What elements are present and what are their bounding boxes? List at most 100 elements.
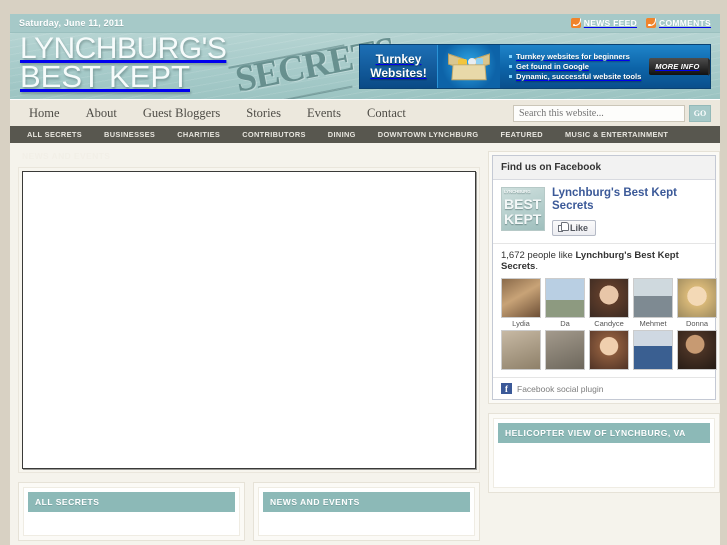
widget-header: ALL SECRETS <box>28 492 235 512</box>
site-logo[interactable]: LYNCHBURG'S BEST KEPT <box>20 34 227 94</box>
face-photo <box>545 278 585 319</box>
nav-item-home[interactable]: Home <box>16 106 73 121</box>
face-name: Donna <box>685 319 709 329</box>
news-feed-link[interactable]: NEWS FEED <box>570 18 638 28</box>
subnav-item-businesses[interactable]: BUSINESSES <box>93 130 166 139</box>
subnav-item-contributors[interactable]: CONTRIBUTORS <box>231 130 317 139</box>
ad-cta-label: MORE INFO <box>649 58 710 76</box>
facebook-widget: Find us on Facebook LYNCHBURG BEST KEPT … <box>488 151 720 405</box>
facebook-page-name[interactable]: Lynchburg's Best Kept Secrets <box>552 187 707 213</box>
avatar-line-1: LYNCHBURG <box>504 189 531 194</box>
ad-title-line-2: Websites! <box>370 65 427 80</box>
ad-title-line-1: Turnkey <box>375 51 422 66</box>
ad-bullet: Dynamic, successful website tools <box>509 72 641 81</box>
nav-item-events[interactable]: Events <box>294 106 354 121</box>
face-row: Lydia Da Candyce Mehmet Donna <box>501 278 717 328</box>
primary-nav-items: Home About Guest Bloggers Stories Events… <box>16 106 419 121</box>
page-root: Saturday, June 11, 2011 NEWS FEED COMMEN… <box>0 0 727 545</box>
ad-bullet: Get found in Google <box>509 62 641 71</box>
bottom-widget-all-secrets: ALL SECRETS <box>18 482 245 545</box>
ad-carton-illustration <box>438 45 500 88</box>
search-go-button[interactable]: GO <box>689 104 711 122</box>
news-feed-label: NEWS FEED <box>583 18 638 28</box>
face-photo <box>589 278 629 319</box>
category-navigation: ALL SECRETS BUSINESSES CHARITIES CONTRIB… <box>10 126 720 143</box>
face-item[interactable]: Lydia <box>501 278 541 328</box>
bottom-widget-row: ALL SECRETS NEWS AND EVENTS <box>18 482 480 545</box>
nav-item-about[interactable]: About <box>73 106 130 121</box>
helicopter-view-widget: HELICOPTER VIEW OF LYNCHBURG, VA <box>488 413 720 494</box>
face-photo <box>589 330 629 371</box>
face-photo <box>677 278 717 319</box>
subnav-item-featured[interactable]: FEATURED <box>490 130 555 139</box>
face-name: Lydia <box>512 319 530 329</box>
face-item[interactable] <box>633 330 673 371</box>
facebook-page-avatar: LYNCHBURG BEST KEPT <box>501 187 545 231</box>
avatar-line-3: KEPT <box>504 211 542 227</box>
facebook-footer-label: Facebook social plugin <box>517 383 604 394</box>
facebook-like-count: 1,672 people like Lynchburg's Best Kept … <box>493 243 715 278</box>
subnav-item-downtown-lynchburg[interactable]: DOWNTOWN LYNCHBURG <box>367 130 490 139</box>
ad-more-info-button[interactable]: MORE INFO <box>645 45 710 88</box>
face-item[interactable] <box>589 330 629 371</box>
face-item[interactable]: Candyce <box>589 278 629 328</box>
face-item[interactable]: Donna <box>677 278 717 328</box>
face-name: Candyce <box>594 319 624 329</box>
site-wrapper: Saturday, June 11, 2011 NEWS FEED COMMEN… <box>10 14 720 545</box>
logo-line-2: BEST KEPT <box>20 58 190 94</box>
face-row <box>501 330 717 371</box>
facebook-header: Find us on Facebook <box>493 156 715 180</box>
thumbs-up-icon <box>558 222 569 233</box>
top-feed-links: NEWS FEED COMMENTS <box>570 18 711 28</box>
face-item[interactable]: Da <box>545 278 585 328</box>
nav-item-contact[interactable]: Contact <box>354 106 419 121</box>
ad-bullet-list: Turnkey websites for beginners Get found… <box>500 45 645 88</box>
face-name: Mehmet <box>639 319 667 329</box>
widget-inner: HELICOPTER VIEW OF LYNCHBURG, VA <box>493 418 715 489</box>
main-ghost-heading: NEWS AND EVENTS <box>22 151 111 161</box>
ad-title: Turnkey Websites! <box>360 45 438 88</box>
widget-body <box>263 512 470 531</box>
widget-body <box>28 512 235 531</box>
face-item[interactable] <box>501 330 541 371</box>
like-button-label: Like <box>570 222 589 233</box>
feature-frame <box>18 167 480 473</box>
face-photo <box>633 330 673 371</box>
top-utility-bar: Saturday, June 11, 2011 NEWS FEED COMMEN… <box>10 14 720 33</box>
facebook-plugin-footer: f Facebook social plugin <box>493 377 715 399</box>
feature-slider-placeholder[interactable] <box>22 171 476 469</box>
nav-item-guest-bloggers[interactable]: Guest Bloggers <box>130 106 233 121</box>
comments-feed-link[interactable]: COMMENTS <box>646 18 711 28</box>
face-item[interactable] <box>677 330 717 371</box>
rss-icon <box>646 18 657 28</box>
face-item[interactable] <box>545 330 585 371</box>
facebook-like-button[interactable]: Like <box>552 219 597 236</box>
widget-header: HELICOPTER VIEW OF LYNCHBURG, VA <box>498 423 710 444</box>
face-item[interactable]: Mehmet <box>633 278 673 328</box>
widget: ALL SECRETS <box>18 482 245 541</box>
primary-navigation: Home About Guest Bloggers Stories Events… <box>10 99 720 126</box>
ad-bullet: Turnkey websites for beginners <box>509 52 641 61</box>
avatar-line-2: BEST <box>504 196 542 212</box>
face-photo <box>677 330 717 371</box>
bottom-widget-news-and-events: NEWS AND EVENTS <box>253 482 480 545</box>
nav-item-stories[interactable]: Stories <box>233 106 294 121</box>
face-photo <box>501 278 541 319</box>
search-input[interactable] <box>513 104 685 122</box>
subnav-item-all-secrets[interactable]: ALL SECRETS <box>16 130 93 139</box>
sidebar: Find us on Facebook LYNCHBURG BEST KEPT … <box>488 151 720 545</box>
subnav-item-charities[interactable]: CHARITIES <box>166 130 231 139</box>
search-form: GO <box>513 104 711 122</box>
widget: NEWS AND EVENTS <box>253 482 480 541</box>
main-column: NEWS AND EVENTS ALL SECRETS NEWS AND EVE… <box>18 151 480 545</box>
current-date: Saturday, June 11, 2011 <box>19 18 124 28</box>
comments-feed-label: COMMENTS <box>659 18 711 28</box>
face-photo <box>633 278 673 319</box>
subnav-item-dining[interactable]: DINING <box>317 130 367 139</box>
header-ad-banner[interactable]: Turnkey Websites! Turnkey websites for b… <box>359 44 711 89</box>
subnav-item-music-entertainment[interactable]: MUSIC & ENTERTAINMENT <box>554 130 679 139</box>
rss-icon <box>570 18 581 28</box>
like-count-suffix: . <box>535 261 538 273</box>
widget-header: NEWS AND EVENTS <box>263 492 470 512</box>
facebook-page-row: LYNCHBURG BEST KEPT Lynchburg's Best Kep… <box>493 180 715 243</box>
